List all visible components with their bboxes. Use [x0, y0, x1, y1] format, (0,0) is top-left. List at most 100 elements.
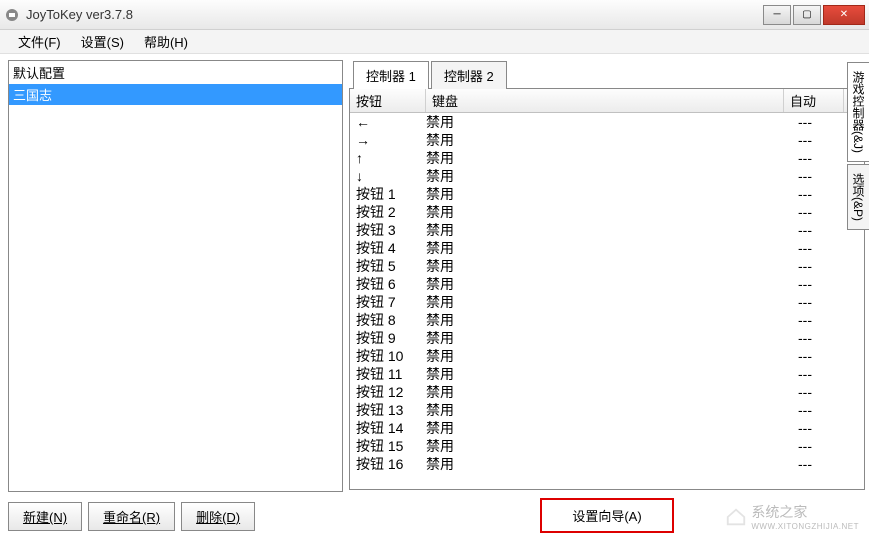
cell-button: 按钮 11 — [356, 365, 426, 383]
cell-button: 按钮 7 — [356, 293, 426, 311]
column-header-button[interactable]: 按钮 — [350, 89, 426, 112]
new-button[interactable]: 新建(N) — [8, 502, 82, 531]
cell-button: 按钮 13 — [356, 401, 426, 419]
cell-auto: --- — [798, 257, 858, 275]
cell-auto: --- — [798, 401, 858, 419]
cell-keyboard: 禁用 — [426, 311, 798, 329]
table-row[interactable]: 按钮 13禁用--- — [350, 401, 864, 419]
rename-button[interactable]: 重命名(R) — [88, 502, 175, 531]
cell-keyboard: 禁用 — [426, 401, 798, 419]
table-row[interactable]: 按钮 11禁用--- — [350, 365, 864, 383]
cell-button: 按钮 4 — [356, 239, 426, 257]
cell-keyboard: 禁用 — [426, 437, 798, 455]
cell-keyboard: 禁用 — [426, 329, 798, 347]
cell-auto: --- — [798, 419, 858, 437]
menu-file[interactable]: 文件(F) — [8, 30, 71, 53]
cell-keyboard: 禁用 — [426, 203, 798, 221]
column-header-auto[interactable]: 自动 — [784, 89, 844, 112]
side-tab-options[interactable]: 选项(&P) — [847, 164, 869, 230]
cell-auto: --- — [798, 455, 858, 473]
cell-keyboard: 禁用 — [426, 419, 798, 437]
table-row[interactable]: 按钮 14禁用--- — [350, 419, 864, 437]
cell-keyboard: 禁用 — [426, 239, 798, 257]
table-row[interactable]: 按钮 7禁用--- — [350, 293, 864, 311]
cell-auto: --- — [798, 311, 858, 329]
cell-button: 按钮 3 — [356, 221, 426, 239]
cell-button: 按钮 1 — [356, 185, 426, 203]
window-title: JoyToKey ver3.7.8 — [26, 7, 763, 22]
table-row[interactable]: ↓禁用--- — [350, 167, 864, 185]
maximize-button[interactable]: ▢ — [793, 5, 821, 25]
cell-keyboard: 禁用 — [426, 131, 798, 149]
menubar: 文件(F) 设置(S) 帮助(H) — [0, 30, 869, 54]
cell-auto: --- — [798, 347, 858, 365]
table-row[interactable]: 按钮 10禁用--- — [350, 347, 864, 365]
cell-button: 按钮 5 — [356, 257, 426, 275]
menu-help[interactable]: 帮助(H) — [134, 30, 198, 53]
table-row[interactable]: 按钮 2禁用--- — [350, 203, 864, 221]
table-row[interactable]: 按钮 8禁用--- — [350, 311, 864, 329]
side-tab-controller[interactable]: 游戏控制器(&J) — [847, 62, 869, 162]
cell-button: 按钮 12 — [356, 383, 426, 401]
tab-controller-2[interactable]: 控制器 2 — [431, 61, 507, 89]
cell-keyboard: 禁用 — [426, 257, 798, 275]
close-button[interactable]: ✕ — [823, 5, 865, 25]
cell-button: ← — [356, 113, 426, 131]
titlebar: JoyToKey ver3.7.8 ─ ▢ ✕ — [0, 0, 869, 30]
mapping-table: 按钮 键盘 自动 ←禁用---→禁用---↑禁用---↓禁用---按钮 1禁用-… — [349, 88, 865, 490]
table-row[interactable]: 按钮 16禁用--- — [350, 455, 864, 473]
cell-auto: --- — [798, 365, 858, 383]
profile-item[interactable]: 三国志 — [9, 84, 342, 105]
table-row[interactable]: 按钮 9禁用--- — [350, 329, 864, 347]
watermark-url: WWW.XITONGZHIJIA.NET — [751, 522, 859, 531]
cell-auto: --- — [798, 239, 858, 257]
table-row[interactable]: 按钮 4禁用--- — [350, 239, 864, 257]
tab-controller-1[interactable]: 控制器 1 — [353, 61, 429, 89]
column-header-keyboard[interactable]: 键盘 — [426, 89, 784, 112]
menu-settings[interactable]: 设置(S) — [71, 30, 134, 53]
cell-keyboard: 禁用 — [426, 275, 798, 293]
table-row[interactable]: →禁用--- — [350, 131, 864, 149]
cell-keyboard: 禁用 — [426, 365, 798, 383]
cell-keyboard: 禁用 — [426, 383, 798, 401]
cell-auto: --- — [798, 329, 858, 347]
table-row[interactable]: 按钮 6禁用--- — [350, 275, 864, 293]
wizard-button[interactable]: 设置向导(A) — [540, 498, 673, 533]
cell-auto: --- — [798, 383, 858, 401]
watermark-text: 系统之家 — [751, 502, 859, 522]
cell-button: 按钮 15 — [356, 437, 426, 455]
table-row[interactable]: ↑禁用--- — [350, 149, 864, 167]
cell-button: 按钮 9 — [356, 329, 426, 347]
minimize-button[interactable]: ─ — [763, 5, 791, 25]
table-row[interactable]: 按钮 1禁用--- — [350, 185, 864, 203]
table-row[interactable]: 按钮 5禁用--- — [350, 257, 864, 275]
cell-button: 按钮 10 — [356, 347, 426, 365]
table-row[interactable]: 按钮 15禁用--- — [350, 437, 864, 455]
app-icon — [4, 7, 20, 23]
profile-list[interactable]: 默认配置 三国志 — [8, 60, 343, 492]
cell-keyboard: 禁用 — [426, 113, 798, 131]
table-row[interactable]: 按钮 3禁用--- — [350, 221, 864, 239]
table-body[interactable]: ←禁用---→禁用---↑禁用---↓禁用---按钮 1禁用---按钮 2禁用-… — [350, 113, 864, 489]
cell-button: 按钮 8 — [356, 311, 426, 329]
cell-button: → — [356, 131, 426, 149]
delete-button[interactable]: 删除(D) — [181, 502, 255, 531]
cell-auto: --- — [798, 293, 858, 311]
watermark: 系统之家 WWW.XITONGZHIJIA.NET — [725, 502, 859, 531]
cell-keyboard: 禁用 — [426, 185, 798, 203]
cell-button: 按钮 16 — [356, 455, 426, 473]
cell-button: 按钮 6 — [356, 275, 426, 293]
cell-keyboard: 禁用 — [426, 455, 798, 473]
cell-button: ↑ — [356, 149, 426, 167]
cell-auto: --- — [798, 275, 858, 293]
cell-button: 按钮 2 — [356, 203, 426, 221]
cell-keyboard: 禁用 — [426, 149, 798, 167]
profile-list-header: 默认配置 — [9, 61, 342, 84]
table-row[interactable]: ←禁用--- — [350, 113, 864, 131]
cell-button: 按钮 14 — [356, 419, 426, 437]
cell-keyboard: 禁用 — [426, 221, 798, 239]
table-row[interactable]: 按钮 12禁用--- — [350, 383, 864, 401]
cell-keyboard: 禁用 — [426, 167, 798, 185]
cell-button: ↓ — [356, 167, 426, 185]
cell-keyboard: 禁用 — [426, 347, 798, 365]
